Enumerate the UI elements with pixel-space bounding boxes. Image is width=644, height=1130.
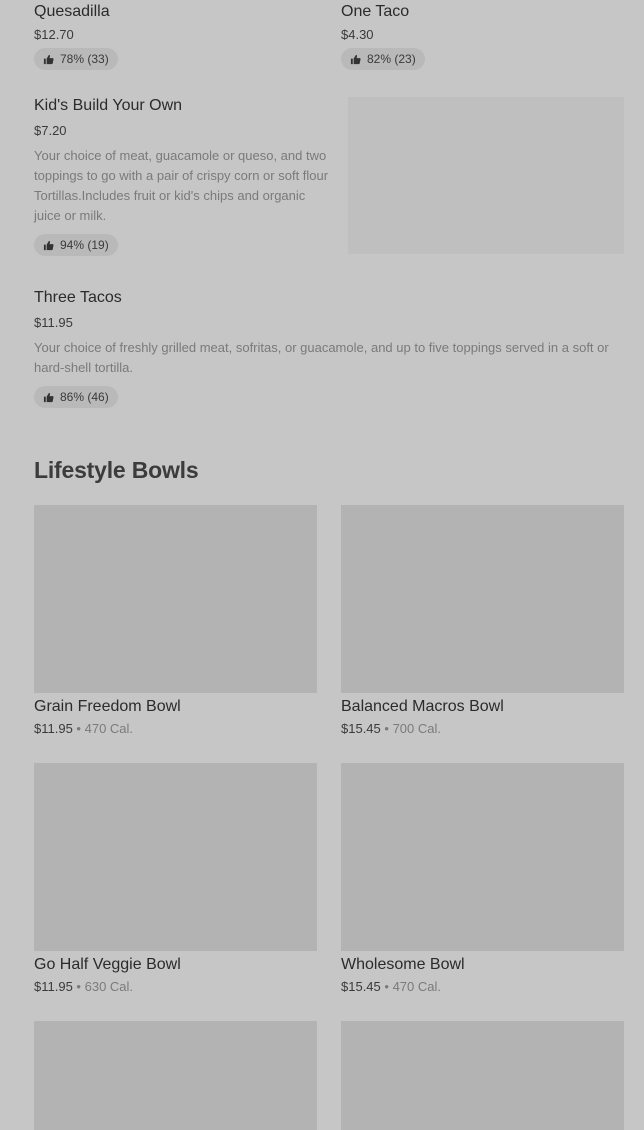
rating-text: 94% (19): [60, 238, 109, 252]
rating-text: 78% (33): [60, 52, 109, 66]
bowl-price: $15.45: [341, 721, 381, 736]
item-price: $12.70: [34, 27, 74, 42]
item-price: $4.30: [341, 27, 374, 42]
item-description: Your choice of meat, guacamole or queso,…: [34, 148, 329, 223]
menu-item-quesadilla[interactable]: Quesadilla $12.70 78% (33): [34, 2, 118, 70]
bowl-meta: $11.95 • 470 Cal.: [34, 720, 317, 738]
menu-item-one-taco[interactable]: One Taco $4.30 82% (23): [341, 2, 425, 70]
bowl-price: $11.95: [34, 979, 73, 994]
bowl-image[interactable]: [341, 1021, 624, 1130]
bowl-image: [341, 505, 624, 693]
thumbs-up-icon: [43, 54, 54, 64]
item-name: Quesadilla: [34, 3, 110, 20]
separator: •: [384, 979, 389, 994]
rating-badge: 78% (33): [34, 48, 118, 70]
bowl-meta: $15.45 • 700 Cal.: [341, 720, 624, 738]
menu-item-three-tacos[interactable]: Three Tacos $11.95 Your choice of freshl…: [34, 288, 624, 408]
bowl-card-wholesome[interactable]: Wholesome Bowl $15.45 • 470 Cal.: [341, 763, 624, 996]
bowl-meta: $15.45 • 470 Cal.: [341, 978, 624, 996]
rating-text: 82% (23): [367, 52, 416, 66]
section-title: Lifestyle Bowls: [34, 457, 199, 483]
bowl-name: Go Half Veggie Bowl: [34, 956, 181, 973]
menu-item-kids-build[interactable]: Kid's Build Your Own $7.20 Your choice o…: [34, 96, 334, 256]
bowl-card-balanced-macros[interactable]: Balanced Macros Bowl $15.45 • 700 Cal.: [341, 505, 624, 738]
item-price: $11.95: [34, 315, 73, 330]
separator: •: [76, 979, 81, 994]
rating-badge: 94% (19): [34, 234, 118, 256]
bowl-image: [341, 763, 624, 951]
bowl-image: [34, 763, 317, 951]
bowl-name: Wholesome Bowl: [341, 956, 465, 973]
rating-text: 86% (46): [60, 390, 109, 404]
bowl-image: [34, 505, 317, 693]
item-name: Kid's Build Your Own: [34, 97, 183, 114]
separator: •: [384, 721, 389, 736]
bowl-image[interactable]: [34, 1021, 317, 1130]
bowl-name: Grain Freedom Bowl: [34, 698, 181, 715]
thumbs-up-icon: [43, 240, 54, 250]
thumbs-up-icon: [43, 392, 54, 402]
bowl-name: Balanced Macros Bowl: [341, 698, 504, 715]
thumbs-up-icon: [350, 54, 361, 64]
rating-badge: 82% (23): [341, 48, 425, 70]
bowl-calories: 630 Cal.: [84, 979, 134, 994]
item-name: One Taco: [341, 3, 410, 20]
bowl-card-grain-freedom[interactable]: Grain Freedom Bowl $11.95 • 470 Cal.: [34, 505, 317, 738]
item-name: Three Tacos: [34, 289, 122, 306]
bowl-calories: 470 Cal.: [392, 979, 441, 994]
bowl-calories: 470 Cal.: [84, 721, 134, 736]
separator: •: [76, 721, 81, 736]
bowl-calories: 700 Cal.: [392, 721, 441, 736]
bowl-meta: $11.95 • 630 Cal.: [34, 978, 317, 996]
item-image[interactable]: [348, 97, 624, 254]
bowl-card-go-half-veggie[interactable]: Go Half Veggie Bowl $11.95 • 630 Cal.: [34, 763, 317, 996]
bowl-price: $15.45: [341, 979, 381, 994]
item-description: Your choice of freshly grilled meat, sof…: [34, 340, 609, 375]
bowl-price: $11.95: [34, 721, 73, 736]
rating-badge: 86% (46): [34, 386, 118, 408]
item-price: $7.20: [34, 123, 67, 138]
